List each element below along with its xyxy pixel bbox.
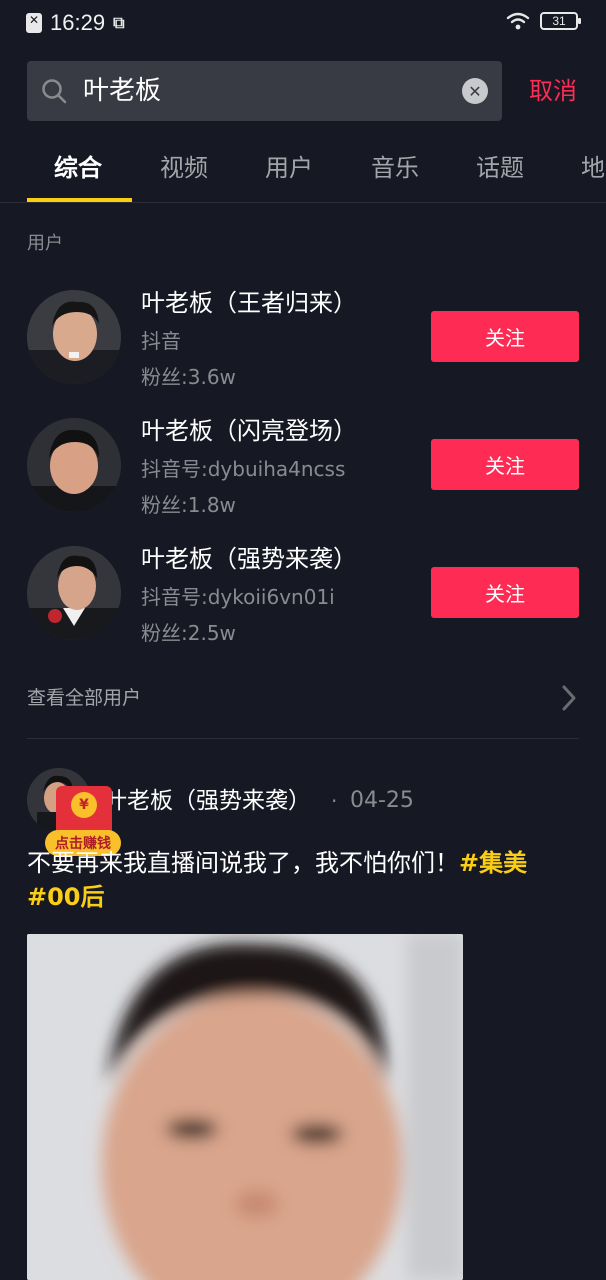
view-all-users-link[interactable]: 查看全部用户	[27, 684, 141, 712]
user-row[interactable]: 叶老板（闪亮登场） 抖音号:dybuiha4ncss 粉丝:1.8w 关注	[0, 414, 606, 524]
post-caption: 不要再来我直播间说我了，我不怕你们！#集美 #00后	[27, 846, 579, 914]
tab-all[interactable]: 综合	[54, 150, 102, 186]
avatar[interactable]	[27, 418, 121, 512]
post-date: 04-25	[350, 788, 414, 813]
post-caption-text: 不要再来我直播间说我了，我不怕你们！	[27, 849, 459, 877]
status-bar: 16:29 ⧉ 31	[0, 0, 606, 48]
search-input[interactable]: 叶老板 ✕	[27, 61, 502, 121]
tab-videos[interactable]: 视频	[160, 150, 208, 186]
tab-users[interactable]: 用户	[265, 150, 313, 186]
notification-icon	[26, 13, 42, 33]
cancel-button[interactable]: 取消	[529, 73, 577, 109]
user-id: 抖音号:dykoii6vn01i	[141, 585, 335, 609]
wifi-icon	[506, 12, 530, 30]
divider	[27, 738, 579, 739]
user-fans: 粉丝:2.5w	[141, 621, 236, 645]
battery-icon: 31	[540, 12, 581, 30]
user-id: 抖音	[141, 329, 181, 353]
coin-icon: ¥	[71, 792, 97, 818]
avatar[interactable]	[27, 546, 121, 640]
tab-topics[interactable]: 话题	[476, 150, 524, 186]
search-results-page: 16:29 ⧉ 31 叶老板 ✕ 取消 综合 视频 用户 音乐 话题 地 用户	[0, 0, 606, 1280]
follow-button[interactable]: 关注	[431, 439, 579, 490]
user-name: 叶老板（闪亮登场）	[141, 417, 357, 445]
clear-icon[interactable]: ✕	[462, 78, 488, 104]
follow-button[interactable]: 关注	[431, 567, 579, 618]
post-separator: ·	[331, 789, 338, 813]
hashtag-link[interactable]: #00后	[27, 883, 105, 911]
user-row[interactable]: 叶老板（强势来袭） 抖音号:dykoii6vn01i 粉丝:2.5w 关注	[0, 542, 606, 652]
user-fans: 粉丝:3.6w	[141, 365, 236, 389]
user-fans: 粉丝:1.8w	[141, 493, 236, 517]
hashtag-link[interactable]: #集美	[459, 849, 527, 877]
result-tabs: 综合 视频 用户 音乐 话题 地	[0, 140, 606, 203]
chevron-right-icon[interactable]	[560, 684, 578, 712]
tab-active-indicator	[27, 198, 132, 202]
tab-location[interactable]: 地	[581, 150, 605, 186]
search-icon	[42, 79, 67, 104]
user-row[interactable]: 叶老板（王者归来） 抖音 粉丝:3.6w 关注	[0, 286, 606, 396]
post-author-name[interactable]: 叶老板（强势来袭）	[104, 784, 311, 818]
search-query: 叶老板	[83, 76, 162, 106]
avatar[interactable]	[27, 290, 121, 384]
user-id: 抖音号:dybuiha4ncss	[141, 457, 346, 481]
user-name: 叶老板（王者归来）	[141, 289, 357, 317]
user-name: 叶老板（强势来袭）	[141, 545, 357, 573]
app-notification-icon: ⧉	[113, 13, 125, 32]
status-time: 16:29	[50, 10, 106, 35]
tab-music[interactable]: 音乐	[371, 150, 419, 186]
users-section-label: 用户	[27, 233, 63, 254]
video-thumbnail[interactable]	[27, 934, 463, 1280]
follow-button[interactable]: 关注	[431, 311, 579, 362]
